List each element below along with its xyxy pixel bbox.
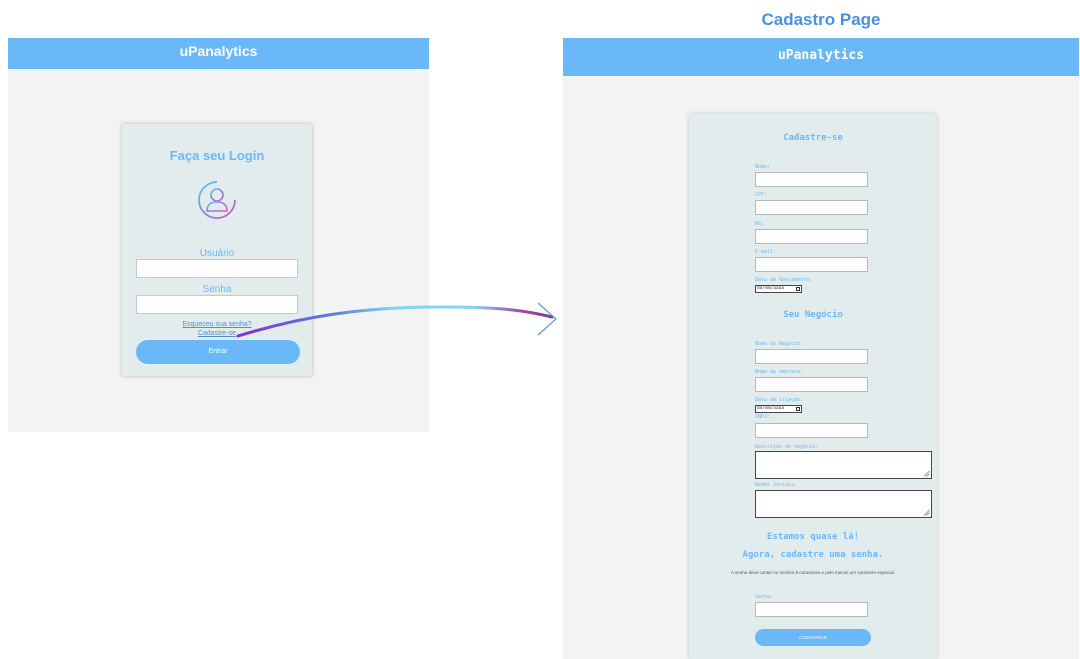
calendar-icon[interactable] — [796, 287, 800, 291]
redes-textarea[interactable] — [755, 490, 932, 518]
password-label: Senha — [202, 284, 232, 295]
login-title: Faça seu Login — [169, 148, 265, 163]
cadastro-page: uPanalytics Cadastre-se Nome: CPF: RG: E… — [563, 38, 1079, 659]
calendar-icon[interactable] — [796, 407, 800, 411]
nascimento-date-input[interactable]: dd/mm/aaaa — [755, 285, 802, 293]
nome-input[interactable] — [755, 172, 868, 187]
resize-grip-icon[interactable] — [923, 509, 930, 516]
nome-negocio-input[interactable] — [755, 349, 868, 364]
user-label: Usuário — [199, 248, 235, 259]
cadastro-card: Cadastre-se Nome: CPF: RG: E-mail: Data … — [689, 114, 937, 659]
senha-label: Senha: — [755, 594, 774, 600]
page-caption: Cadastro Page — [761, 10, 881, 29]
data-criacao-label: Data de criação: — [755, 397, 804, 403]
user-input[interactable] — [136, 259, 298, 278]
descricao-label: Descrição do negócio: — [755, 444, 819, 450]
nome-empresa-label: Nome da empresa: — [755, 369, 804, 375]
cnpj-label: CNPJ: — [755, 414, 771, 420]
senha-input[interactable] — [755, 602, 868, 617]
resize-grip-icon[interactable] — [923, 470, 930, 477]
data-criacao-date-input[interactable]: dd/mm/aaaa — [755, 405, 802, 413]
business-heading: Seu Negócio — [783, 310, 843, 320]
nascimento-label: Data de Nascimento: — [755, 277, 813, 283]
flow-arrow-icon — [236, 302, 557, 338]
user-circle-icon — [198, 181, 236, 219]
password-note: A senha deve conter no mínimo 8 caracter… — [730, 570, 896, 575]
login-app-header: uPanalytics — [8, 38, 429, 69]
cpf-label: CPF: — [755, 192, 768, 198]
cadastrar-button[interactable]: CADASTRAR — [755, 629, 871, 646]
descricao-textarea[interactable] — [755, 451, 932, 479]
almost-heading: Estamos quase lá! — [766, 532, 860, 542]
date-placeholder: dd/mm/aaaa — [757, 286, 785, 291]
nome-negocio-label: Nome do Negócio: — [755, 341, 804, 347]
date-placeholder: dd/mm/aaaa — [757, 406, 785, 411]
nome-label: Nome: — [755, 164, 771, 170]
rg-input[interactable] — [755, 229, 868, 244]
now-password-heading: Agora, cadastre uma senha. — [742, 550, 884, 560]
redes-label: Redes Sociais: — [755, 482, 798, 488]
cadastro-app-header: uPanalytics — [563, 38, 1079, 76]
cadastro-heading: Cadastre-se — [783, 133, 843, 143]
cpf-input[interactable] — [755, 200, 868, 215]
rg-label: RG: — [755, 221, 765, 227]
cnpj-input[interactable] — [755, 423, 868, 438]
email-input[interactable] — [755, 257, 868, 272]
email-label: E-mail: — [755, 249, 777, 255]
login-page: uPanalytics Faça seu Login Usuário Senha… — [8, 38, 429, 432]
nome-empresa-input[interactable] — [755, 377, 868, 392]
